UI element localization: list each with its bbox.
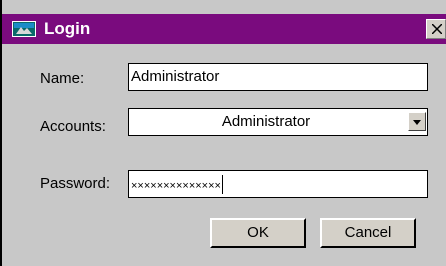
close-button[interactable] — [426, 19, 446, 39]
title-bar[interactable]: Login — [2, 14, 446, 44]
app-icon — [12, 21, 36, 37]
chevron-down-icon — [413, 120, 421, 125]
password-value: ×××××××××××××× — [131, 180, 221, 192]
accounts-dropdown-button[interactable] — [408, 112, 426, 131]
password-input[interactable]: ×××××××××××××× — [128, 170, 428, 198]
login-dialog: Login Name: Administrator Accounts: Admi… — [0, 0, 446, 266]
name-input[interactable]: Administrator — [128, 63, 428, 91]
accounts-label: Accounts: — [40, 118, 106, 135]
accounts-select[interactable]: Administrator — [128, 108, 428, 136]
name-label: Name: — [40, 70, 85, 87]
name-value: Administrator — [131, 68, 220, 85]
password-label: Password: — [40, 175, 111, 192]
cancel-button[interactable]: Cancel — [320, 218, 416, 248]
text-caret — [222, 175, 223, 194]
accounts-selected: Administrator — [221, 113, 311, 130]
close-icon — [432, 24, 442, 34]
window-title: Login — [44, 19, 91, 38]
ok-button[interactable]: OK — [210, 218, 306, 248]
